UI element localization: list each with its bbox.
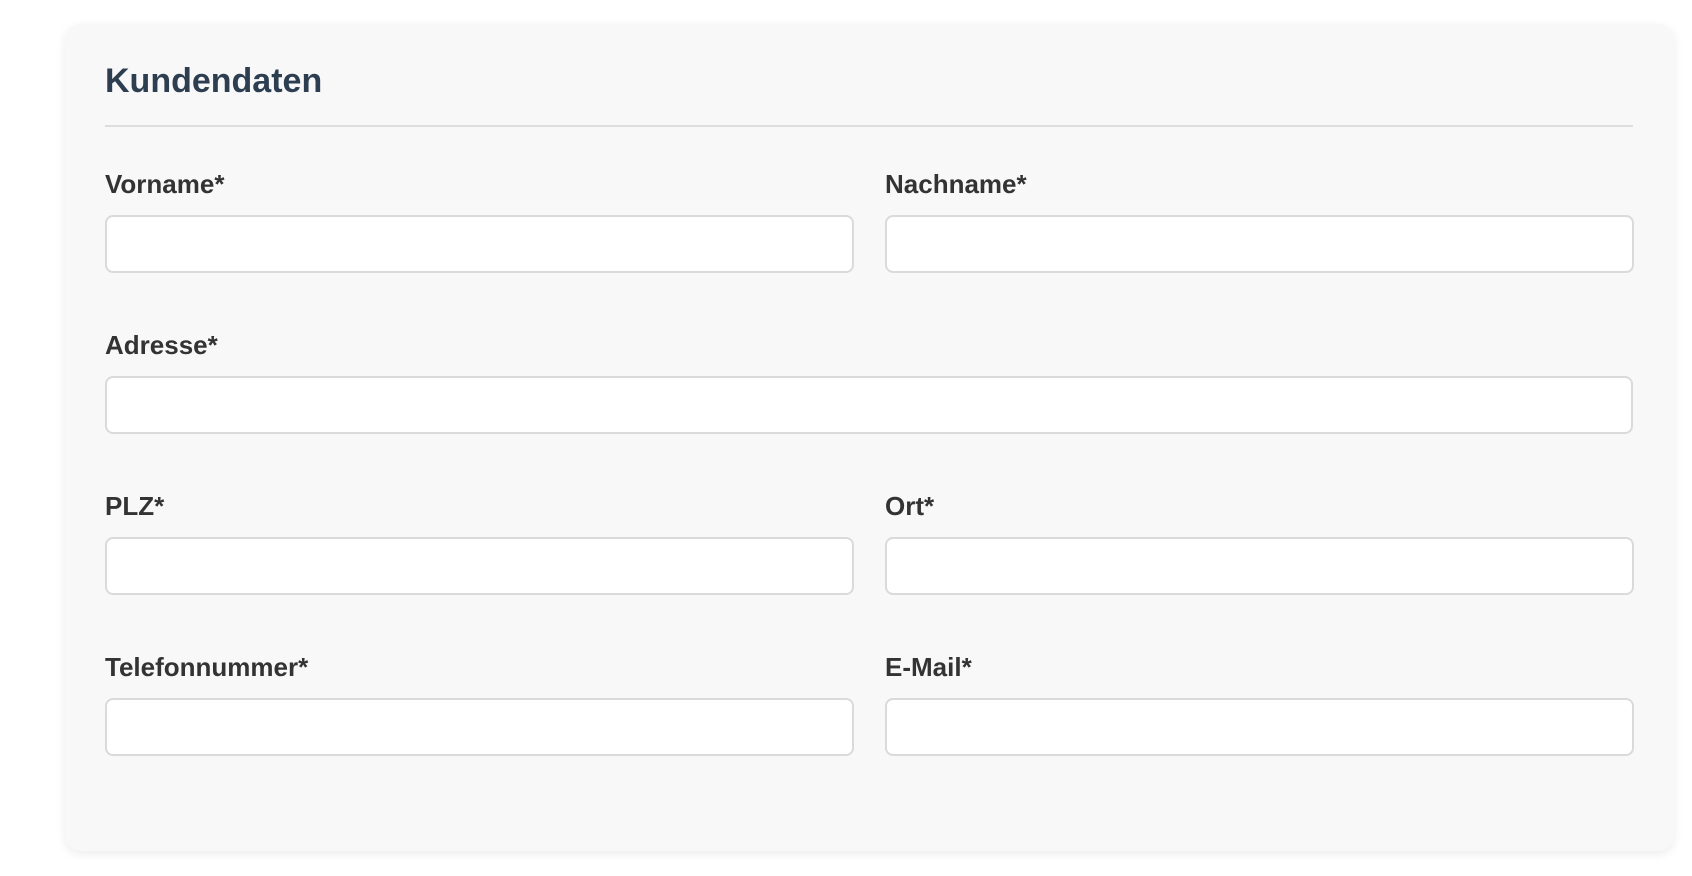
- plz-input[interactable]: [105, 537, 854, 595]
- ort-label: Ort*: [885, 491, 935, 521]
- email-label: E-Mail*: [885, 652, 972, 682]
- adresse-label: Adresse*: [105, 330, 218, 360]
- section-title: Kundendaten: [105, 62, 323, 100]
- email-input[interactable]: [885, 698, 1634, 756]
- plz-label: PLZ*: [105, 491, 165, 521]
- telefon-input[interactable]: [105, 698, 854, 756]
- nachname-input[interactable]: [885, 215, 1634, 273]
- divider: [105, 125, 1633, 127]
- adresse-input[interactable]: [105, 376, 1633, 434]
- vorname-input[interactable]: [105, 215, 854, 273]
- vorname-label: Vorname*: [105, 169, 225, 199]
- nachname-label: Nachname*: [885, 169, 1027, 199]
- ort-input[interactable]: [885, 537, 1634, 595]
- telefon-label: Telefonnummer*: [105, 652, 309, 682]
- customer-data-card: Kundendaten Vorname* Nachname* Adresse* …: [65, 24, 1674, 851]
